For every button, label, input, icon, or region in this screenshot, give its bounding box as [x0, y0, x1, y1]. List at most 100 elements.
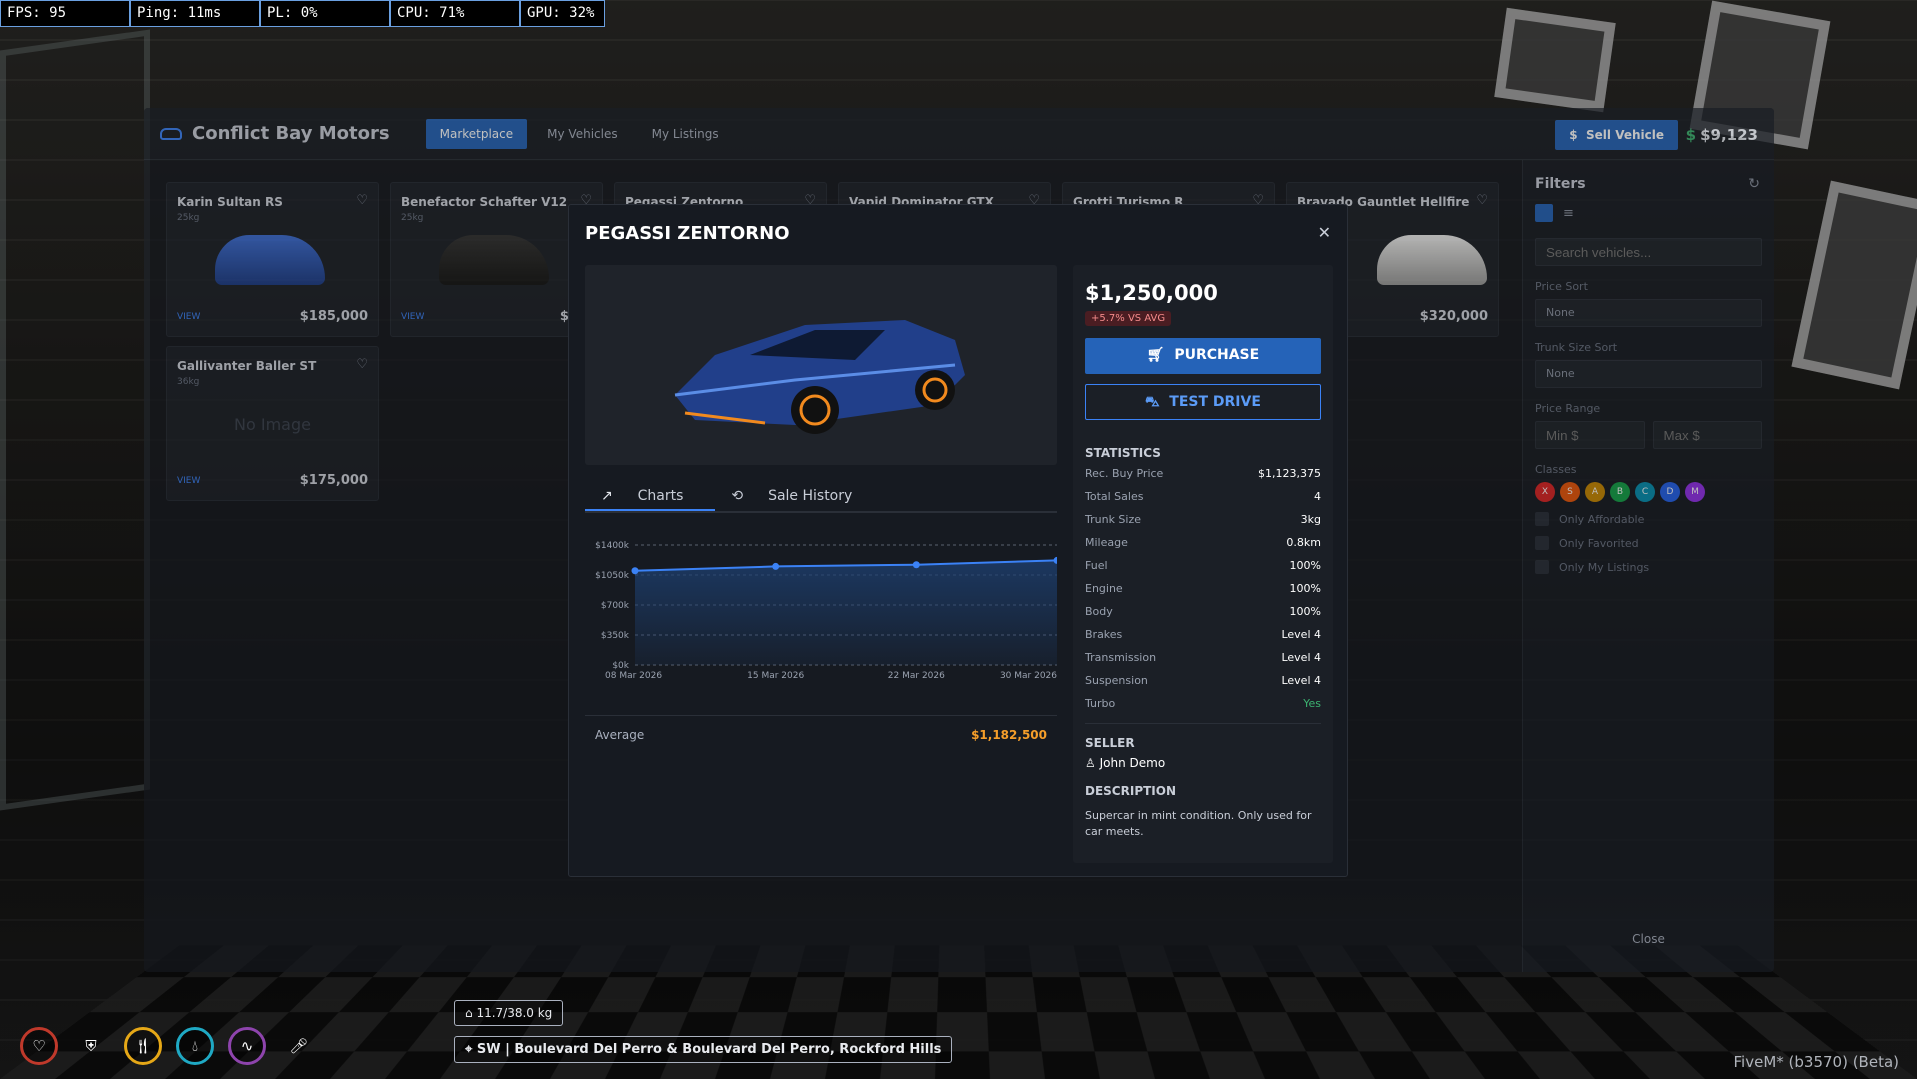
purchase-label: PURCHASE [1174, 347, 1260, 363]
view-link[interactable]: VIEW [401, 312, 424, 322]
close-icon[interactable]: ✕ [1318, 223, 1331, 242]
stat-key: Total Sales [1085, 490, 1144, 503]
grid-view-icon[interactable] [1535, 204, 1553, 222]
vehicle-name: Benefactor Schafter V12 [401, 195, 568, 209]
vs-avg-badge: +5.7% VS AVG [1085, 311, 1172, 326]
stat-row: Transmission Level 4 [1085, 646, 1321, 669]
x-tick-label: 08 Mar 2026 [605, 671, 662, 681]
trunk-sort-select[interactable]: None [1535, 360, 1762, 388]
tab-sale-history-label: Sale History [768, 488, 853, 504]
stat-key: Suspension [1085, 674, 1148, 687]
test-drive-button[interactable]: ⛍ TEST DRIVE [1085, 384, 1321, 420]
y-tick-label: $0k [612, 661, 629, 671]
food-icon: 🍴︎ [124, 1027, 162, 1065]
data-point [631, 567, 639, 575]
price-range-label: Price Range [1535, 402, 1601, 415]
stat-key: Turbo [1085, 697, 1116, 710]
vehicle-thumbnail [215, 235, 325, 285]
refresh-icon[interactable]: ↻ [1748, 176, 1760, 192]
tab-charts[interactable]: ↗ Charts [585, 481, 716, 511]
sell-vehicle-label: Sell Vehicle [1586, 128, 1664, 142]
class-filters: XSABCDM [1535, 482, 1762, 502]
vehicle-price: $185,000 [299, 309, 368, 324]
stat-value: 100% [1289, 582, 1321, 595]
only-favorited-checkbox[interactable]: Only Favorited [1535, 536, 1762, 550]
x-tick-label: 22 Mar 2026 [888, 671, 945, 681]
x-tick-label: 30 Mar 2026 [1000, 671, 1057, 681]
stat-value: Yes [1303, 697, 1321, 710]
average-row: Average $1,182,500 [585, 715, 1057, 754]
class-filter-s[interactable]: S [1560, 482, 1580, 502]
y-tick-label: $700k [601, 601, 630, 611]
description-title: DESCRIPTION [1085, 784, 1177, 798]
min-price-input[interactable] [1535, 421, 1645, 449]
app-title: Conflict Bay Motors [192, 123, 390, 144]
tab-charts-label: Charts [637, 488, 684, 504]
classes-label: Classes [1535, 463, 1577, 476]
test-drive-label: TEST DRIVE [1169, 394, 1261, 410]
pl-readout: PL: 0% [260, 0, 390, 27]
stat-row: Turbo Yes [1085, 692, 1321, 715]
y-tick-label: $1400k [595, 541, 630, 551]
only-affordable-checkbox[interactable]: Only Affordable [1535, 512, 1762, 526]
class-filter-x[interactable]: X [1535, 482, 1555, 502]
class-filter-a[interactable]: A [1585, 482, 1605, 502]
close-link[interactable]: Close [1523, 932, 1774, 946]
stat-key: Fuel [1085, 559, 1108, 572]
app-brand: Conflict Bay Motors [160, 123, 390, 144]
class-filter-c[interactable]: C [1635, 482, 1655, 502]
only-my-listings-checkbox[interactable]: Only My Listings [1535, 560, 1762, 574]
stat-value: 100% [1289, 559, 1321, 572]
no-image-placeholder: No Image [234, 415, 311, 434]
vehicle-card[interactable]: Karin Sultan RS 25kg ♡ VIEW $185,000 [166, 182, 379, 337]
water-icon: 💧︎ [176, 1027, 214, 1065]
description-text: Supercar in mint condition. Only used fo… [1085, 809, 1312, 838]
class-filter-b[interactable]: B [1610, 482, 1630, 502]
cart-icon: 🛒︎ [1146, 347, 1165, 363]
class-filter-d[interactable]: D [1660, 482, 1680, 502]
stat-row: Fuel 100% [1085, 554, 1321, 577]
favorite-heart-icon[interactable]: ♡ [1476, 193, 1488, 208]
checkbox-label: Only Affordable [1559, 512, 1645, 526]
stat-value: $1,123,375 [1258, 467, 1321, 480]
purchase-button[interactable]: 🛒︎ PURCHASE [1085, 338, 1321, 374]
vehicle-card[interactable]: Gallivanter Baller ST 36kg ♡ No Image VI… [166, 346, 379, 501]
stat-value: Level 4 [1281, 651, 1321, 664]
favorite-heart-icon[interactable]: ♡ [356, 193, 368, 208]
view-link[interactable]: VIEW [177, 312, 200, 322]
dollar-icon: $ [1685, 126, 1697, 144]
favorite-heart-icon[interactable]: ♡ [356, 357, 368, 372]
seller-row: ♙ John Demo [1085, 756, 1321, 770]
stat-value: 0.8km [1286, 536, 1321, 549]
tab-marketplace[interactable]: Marketplace [425, 118, 528, 149]
stat-row: Body 100% [1085, 600, 1321, 623]
price-sort-label: Price Sort [1535, 280, 1588, 293]
vehicle-price: $320,000 [1419, 309, 1488, 324]
tab-my-listings[interactable]: My Listings [638, 119, 733, 149]
heart-icon: ♡ [20, 1027, 58, 1065]
stat-key: Body [1085, 605, 1113, 618]
vehicle-detail-modal: PEGASSI ZENTORNO ✕ ↗ Charts ⟲ Sale Histo… [568, 204, 1348, 877]
y-tick-label: $1050k [595, 571, 630, 581]
data-point [772, 562, 780, 570]
tab-my-vehicles[interactable]: My Vehicles [533, 119, 631, 149]
cpu-readout: CPU: 71% [390, 0, 520, 27]
max-price-input[interactable] [1652, 421, 1762, 449]
list-view-icon[interactable]: ≡ [1563, 206, 1574, 221]
sell-vehicle-button[interactable]: $ Sell Vehicle [1555, 120, 1678, 150]
purchase-panel: $1,250,000 +5.7% VS AVG 🛒︎ PURCHASE ⛍ TE… [1073, 265, 1333, 863]
seller-name: John Demo [1099, 756, 1166, 770]
search-input[interactable] [1535, 238, 1762, 266]
view-link[interactable]: VIEW [177, 476, 200, 486]
statistics-list: Rec. Buy Price $1,123,375 Total Sales 4 Trun… [1085, 462, 1321, 715]
vehicle-price: $175,000 [299, 473, 368, 488]
vehicle-thumbnail [439, 235, 549, 285]
class-filter-m[interactable]: M [1685, 482, 1705, 502]
price-sort-select[interactable]: None [1535, 299, 1762, 327]
inventory-weight: ⌂ 11.7/38.0 kg [454, 1000, 564, 1026]
statistics-title: STATISTICS [1085, 446, 1161, 460]
trunk-sort-label: Trunk Size Sort [1535, 341, 1618, 354]
stat-row: Total Sales 4 [1085, 485, 1321, 508]
seller-title: SELLER [1085, 736, 1135, 750]
tab-sale-history[interactable]: ⟲ Sale History [715, 481, 884, 511]
